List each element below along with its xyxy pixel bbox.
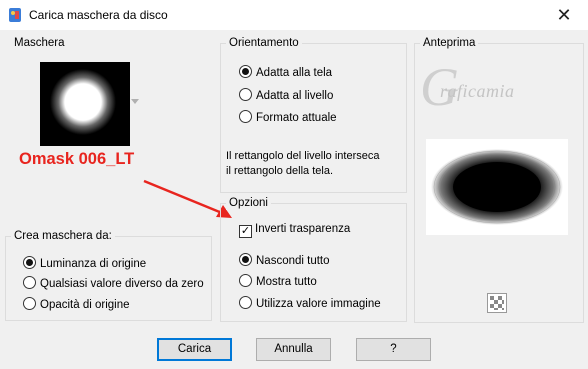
radio-formato-attuale[interactable]: Formato attuale — [239, 110, 337, 126]
radio-indicator — [23, 297, 36, 310]
radio-indicator — [23, 256, 36, 269]
radio-nascondi-tutto[interactable]: Nascondi tutto — [239, 253, 330, 269]
preview-image — [431, 149, 563, 225]
radio-adatta-livello[interactable]: Adatta al livello — [239, 88, 333, 104]
window-title: Carica maschera da disco — [29, 8, 168, 22]
radio-utilizza-valore[interactable]: Utilizza valore immagine — [239, 296, 381, 312]
app-icon — [9, 8, 21, 22]
radio-mostra-tutto[interactable]: Mostra tutto — [239, 274, 317, 290]
radio-indicator — [239, 253, 252, 266]
radio-indicator — [23, 276, 36, 289]
close-button[interactable]: ✕ — [547, 3, 581, 27]
title-bar: Carica maschera da disco ✕ — [0, 0, 588, 30]
crea-label: Crea maschera da: — [11, 230, 115, 243]
radio-indicator — [239, 88, 252, 101]
annulla-button[interactable]: Annulla — [256, 338, 331, 361]
watermark-logo: G raficamia — [420, 57, 515, 117]
radio-opacita[interactable]: Opacità di origine — [23, 297, 130, 313]
info-text-line2: il rettangolo della tela. — [226, 165, 334, 177]
mask-thumbnail[interactable] — [40, 62, 130, 146]
checkerboard-icon[interactable] — [487, 293, 507, 313]
carica-button[interactable]: Carica — [157, 338, 232, 361]
info-text-line1: Il rettangolo del livello interseca — [226, 150, 380, 162]
radio-qualsiasi[interactable]: Qualsiasi valore diverso da zero — [23, 276, 204, 292]
radio-indicator — [239, 65, 252, 78]
radio-adatta-tela[interactable]: Adatta alla tela — [239, 65, 332, 81]
radio-indicator — [239, 274, 252, 287]
dropdown-arrow-icon[interactable] — [131, 99, 139, 105]
orientamento-label: Orientamento — [226, 37, 302, 50]
preview-box — [426, 139, 568, 235]
mask-name-annotation: Omask 006_LT — [19, 150, 135, 168]
radio-indicator — [239, 110, 252, 123]
radio-indicator — [239, 296, 252, 309]
opzioni-label: Opzioni — [226, 197, 271, 210]
svg-text:raficamia: raficamia — [440, 81, 515, 101]
radio-luminanza[interactable]: Luminanza di origine — [23, 256, 146, 272]
anteprima-label: Anteprima — [420, 37, 479, 50]
maschera-label: Maschera — [11, 37, 68, 50]
help-button[interactable]: ? — [356, 338, 431, 361]
checkbox-inverti-trasparenza[interactable]: ✓ Inverti trasparenza — [239, 221, 350, 238]
checkmark-icon: ✓ — [239, 225, 252, 238]
